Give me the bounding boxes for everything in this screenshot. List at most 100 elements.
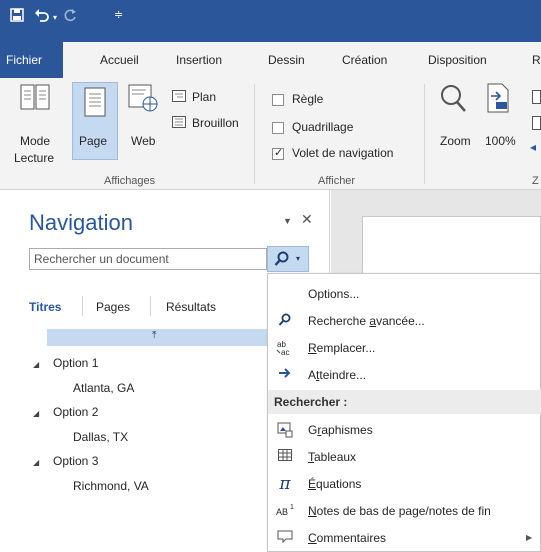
outline-label[interactable]: Plan [192,90,216,104]
menu-item-label: A [308,368,317,382]
tab-home[interactable]: Accueil [92,42,147,78]
nav-pane-label[interactable]: Volet de navigation [292,146,393,160]
menu-item-accelerator: N [308,504,317,518]
svg-text:1: 1 [290,504,294,511]
collapse-all-bar[interactable]: ⤒ [47,329,269,346]
tab-overflow[interactable]: R [524,42,541,78]
tab-pages[interactable]: Pages [96,300,130,314]
nav-pane-title: Navigation [29,210,133,235]
menu-item-label: vancée... [376,314,425,328]
menu-item-replace[interactable]: ab ac Remplacer... [268,335,541,361]
search-icon [274,251,290,270]
menu-section-header: Rechercher : [268,390,541,414]
ribbon: Mode Lecture Page Web Plan Brouillon Aff… [0,78,541,190]
graphics-icon [276,422,294,438]
menu-item-label: ableaux [314,450,357,464]
pi-icon: π [279,474,291,494]
ruler-checkbox[interactable] [272,94,284,106]
expand-triangle-icon[interactable]: ◢ [33,360,39,369]
search-button[interactable]: ▾ [267,246,309,272]
comment-icon [276,530,294,546]
chevron-down-icon: ▾ [296,254,301,263]
redo-icon[interactable] [64,8,78,22]
gridlines-checkbox[interactable] [272,122,284,134]
customize-icon[interactable]: ≑ [114,7,123,23]
close-icon[interactable]: ✕ [301,211,313,228]
page-view-label[interactable]: Page [79,134,107,148]
menu-item-advanced-find[interactable]: Recherche avancée... [268,308,541,334]
nav-pane-options-icon[interactable]: ▼ [283,216,292,226]
web-layout-icon[interactable] [126,82,160,122]
menu-item-label: Options... [308,287,360,301]
group-separator [254,84,255,184]
svg-text:AB: AB [276,507,288,517]
gridlines-label[interactable]: Quadrillage [292,120,353,134]
tab-design[interactable]: Création [334,42,395,78]
quick-access-toolbar: ▾ ≑ [0,0,541,42]
ribbon-tabs: Fichier Accueil Insertion Dessin Créatio… [0,42,541,78]
heading-subitem[interactable]: Dallas, TX [73,430,128,444]
menu-item-accelerator: É [308,477,317,491]
draft-icon[interactable] [172,116,186,131]
menu-item-tables[interactable]: Tableaux [268,444,541,470]
draft-label[interactable]: Brouillon [192,116,239,130]
show-group-label: Afficher [318,175,356,187]
page-view-button[interactable] [72,82,118,160]
outline-icon[interactable] [172,90,186,105]
search-options-menu: Options... Recherche avancée... ab ac Rem… [267,273,541,552]
zoom-100-icon[interactable] [484,82,512,122]
heading-subitem[interactable]: Atlanta, GA [73,381,134,395]
menu-item-label: otes de bas de page/notes de fin [316,504,491,518]
replace-icon: ab ac [276,340,294,357]
one-page-icon[interactable] [532,90,541,107]
heading-item[interactable]: Option 1 [53,356,98,370]
read-mode-label-2[interactable]: Lecture [14,151,54,165]
heading-subitem[interactable]: Richmond, VA [73,479,149,493]
page-width-icon[interactable]: ◂ [530,140,536,154]
tab-layout[interactable]: Disposition [420,42,495,78]
zoom-icon[interactable] [438,82,468,122]
undo-icon[interactable] [34,8,50,22]
menu-item-footnotes[interactable]: AB 1 Notes de bas de page/notes de fin [268,498,541,524]
menu-item-options[interactable]: Options... [268,281,541,307]
menu-item-label: aphismes [321,423,373,437]
heading-item[interactable]: Option 3 [53,454,98,468]
tab-insert[interactable]: Insertion [168,42,230,78]
menu-item-graphics[interactable]: Graphismes [268,417,541,443]
menu-item-accelerator: R [308,341,317,355]
search-input[interactable]: Rechercher un document [29,248,267,270]
menu-item-label: emplacer... [316,341,376,355]
zoom-label[interactable]: Zoom [440,134,471,148]
read-mode-label[interactable]: Mode [20,134,50,148]
menu-item-goto[interactable]: Atteindre... [268,362,541,388]
table-icon [276,449,294,465]
read-mode-icon[interactable] [18,82,52,122]
zoom-100-label[interactable]: 100% [485,134,516,148]
expand-triangle-icon[interactable]: ◢ [33,409,39,418]
tab-results[interactable]: Résultats [166,300,216,314]
svg-text:ac: ac [281,348,289,356]
save-icon[interactable] [10,8,24,22]
search-icon [276,313,294,329]
tab-separator [150,296,151,316]
zoom-group-label: Z [532,175,539,187]
submenu-arrow-icon: ▶ [526,533,533,542]
nav-pane-checkbox[interactable] [272,146,284,160]
tab-draw[interactable]: Dessin [260,42,313,78]
arrow-right-icon [276,367,294,383]
ruler-label[interactable]: Règle [292,92,323,106]
menu-item-accelerator: C [308,531,317,545]
tab-separator [82,296,83,316]
heading-item[interactable]: Option 2 [53,405,98,419]
footnote-icon: AB 1 [276,503,294,519]
tab-headings[interactable]: Titres [29,300,61,314]
menu-item-equations[interactable]: π Équations [268,471,541,497]
tab-file[interactable]: Fichier [0,42,49,78]
web-layout-label[interactable]: Web [131,134,155,148]
multiple-pages-icon[interactable] [532,116,541,133]
undo-dropdown-icon[interactable]: ▾ [53,10,57,26]
menu-item-comments[interactable]: Commentaires ▶ [268,525,541,551]
collapse-icon: ⤒ [152,330,157,341]
expand-triangle-icon[interactable]: ◢ [33,458,39,467]
menu-item-label: ommentaires [316,531,387,545]
